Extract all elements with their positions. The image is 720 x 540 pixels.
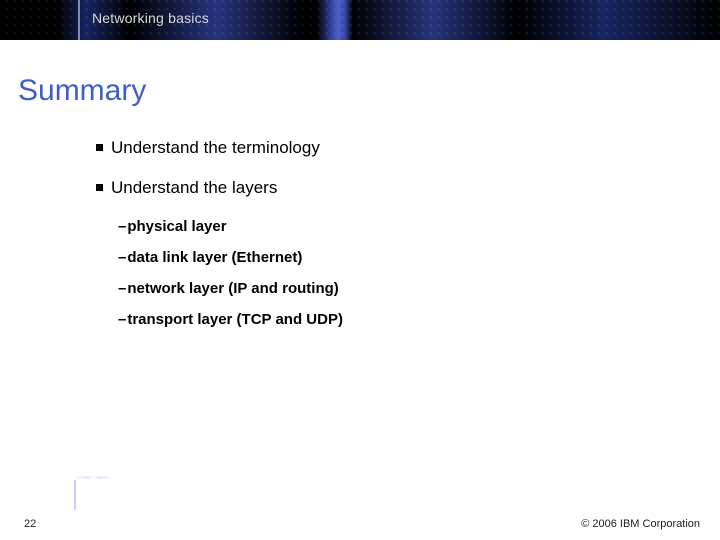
bullet-text: Understand the layers (111, 178, 277, 198)
bullet-list: Understand the terminology Understand th… (96, 138, 680, 342)
bullet-item: Understand the layers (96, 178, 680, 198)
page-number: 22 (24, 518, 36, 530)
sub-bullet: transport layer (TCP and UDP) (118, 311, 680, 328)
square-bullet-icon (96, 144, 103, 151)
sub-bullet: physical layer (118, 218, 680, 235)
footer: 22 © 2006 IBM Corporation (0, 504, 720, 532)
slide: Networking basics Summary Understand the… (0, 0, 720, 540)
footer-rule (74, 480, 76, 510)
sub-bullet: network layer (IP and routing) (118, 280, 680, 297)
square-bullet-icon (96, 184, 103, 191)
footer-strip (74, 476, 720, 479)
slide-title: Summary (18, 74, 146, 108)
course-title: Networking basics (92, 10, 209, 26)
copyright: © 2006 IBM Corporation (581, 518, 700, 530)
sub-bullet: data link layer (Ethernet) (118, 249, 680, 266)
banner-rule (78, 0, 80, 40)
bullet-text: Understand the terminology (111, 138, 320, 158)
header-banner: Networking basics (0, 0, 720, 40)
bullet-item: Understand the terminology (96, 138, 680, 158)
